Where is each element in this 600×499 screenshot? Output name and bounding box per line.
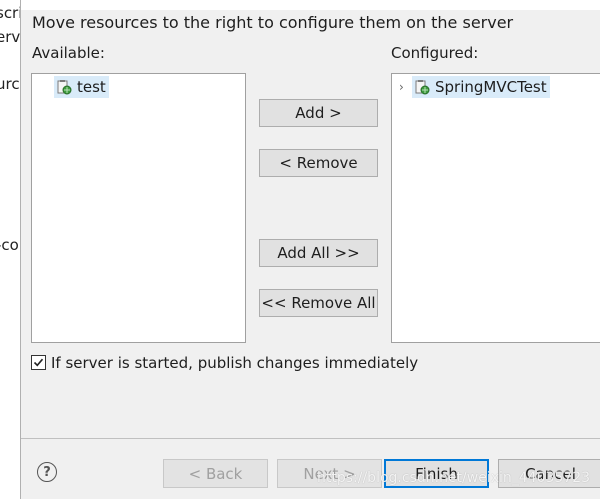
background-window: scri ervic urc -co xyxy=(0,0,20,499)
add-button[interactable]: Add > xyxy=(259,99,378,127)
remove-all-button[interactable]: << Remove All xyxy=(259,289,378,317)
dialog-description: Move resources to the right to configure… xyxy=(32,13,514,32)
background-text: -co xyxy=(0,236,19,254)
background-text: scri xyxy=(0,4,20,22)
configured-list[interactable]: › SpringMVCTest xyxy=(391,73,600,343)
background-text: urc xyxy=(0,75,20,93)
list-item[interactable]: test xyxy=(54,76,109,98)
footer-separator xyxy=(21,438,600,439)
list-item[interactable]: SpringMVCTest xyxy=(412,76,550,98)
list-item-label: SpringMVCTest xyxy=(435,78,547,96)
help-icon[interactable]: ? xyxy=(37,462,57,482)
available-label: Available: xyxy=(32,44,105,62)
dialog-header xyxy=(21,0,600,10)
web-project-icon xyxy=(415,80,430,95)
add-all-button[interactable]: Add All >> xyxy=(259,239,378,267)
remove-button[interactable]: < Remove xyxy=(259,149,378,177)
expand-chevron-icon[interactable]: › xyxy=(399,80,404,94)
publish-checkbox[interactable] xyxy=(31,355,46,370)
list-item-label: test xyxy=(77,78,106,96)
web-project-icon xyxy=(57,80,72,95)
back-button[interactable]: < Back xyxy=(163,459,268,488)
publish-checkbox-label[interactable]: If server is started, publish changes im… xyxy=(51,354,418,372)
background-text: ervic xyxy=(0,28,20,46)
watermark-text: https://blog.csdn.net/weixin_44035723 xyxy=(317,470,591,486)
configured-label: Configured: xyxy=(391,44,479,62)
add-remove-dialog: Move resources to the right to configure… xyxy=(20,0,600,499)
checkmark-icon xyxy=(33,358,44,367)
available-list[interactable]: test xyxy=(31,73,246,343)
